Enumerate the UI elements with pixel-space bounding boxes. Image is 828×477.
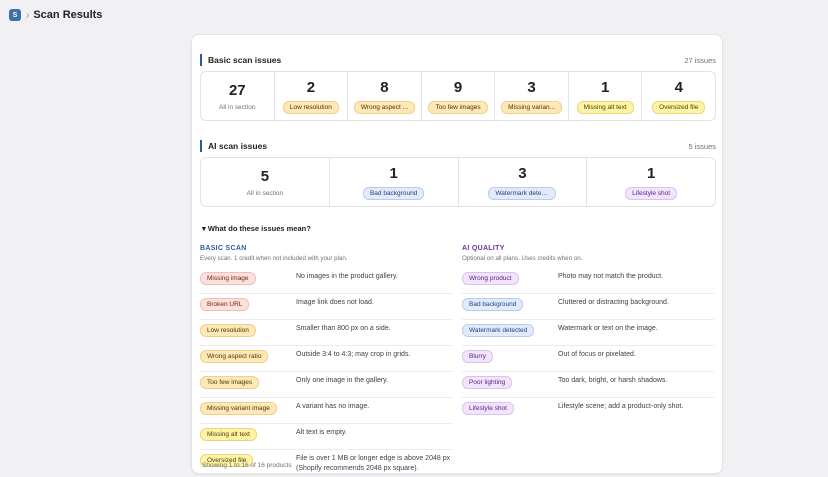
ai-section-title: AI scan issues [200,140,267,152]
stat-label: All in section [219,103,256,111]
stat-count: 3 [518,164,527,182]
issue-badge: Wrong aspect ... [353,100,416,114]
ai-legend-subtitle: Optional on all plans. Uses credits when… [462,255,583,262]
issue-description: Outside 3:4 to 4:3; may crop in grids. [296,351,411,358]
issue-description: A variant has no image. [296,403,370,410]
stat-count: 5 [260,167,270,185]
top-bar: S › Scan Results [0,0,828,30]
issue-description: Watermark or text on the image. [558,325,658,332]
legend-row: Broken URL Image link does not load. [200,294,452,320]
page-title: Scan Results [33,9,103,21]
basic-stats-strip: 27 All in section 2 Low resolution 8 Wrong as… [200,71,716,121]
ai-quality-legend: AI QUALITY Optional on all plans. Uses c… [462,245,714,423]
ai-legend-heading: AI QUALITY [462,245,505,252]
stat-count: 27 [228,81,246,99]
basic-section-count: 27 issues [684,55,716,65]
issue-badge: Low resolution [200,324,256,337]
basic-stat-tile[interactable]: 2 Low resolution [275,72,349,120]
legend-row: Watermark detected Watermark or text on t… [462,320,714,346]
basic-stat-tile[interactable]: 4 Oversized file [642,72,715,120]
issue-badge: Too few images [428,100,488,114]
basic-scan-legend: BASIC SCAN Every scan. 1 credit when not… [200,245,452,477]
legend-row: Missing alt text Alt text is empty. [200,424,452,450]
issue-badge: Lifestyle shot [625,186,678,200]
basic-stat-tile[interactable]: 27 All in section [201,72,275,120]
basic-stat-tile[interactable]: 9 Too few images [422,72,496,120]
issue-description: Lifestyle scene; add a product-only shot… [558,403,684,410]
issue-badge: Lifestyle shot [462,402,514,415]
legend-row: Low resolution Smaller than 800 px on a s… [200,320,452,346]
issue-description: Out of focus or pixelated. [558,351,636,358]
legend-row: Wrong aspect ratio Outside 3:4 to 4:3; ma… [200,346,452,372]
issue-badge: Watermark detected [462,324,535,337]
stat-count: 1 [601,78,610,96]
basic-section-title: Basic scan issues [200,54,281,66]
stat-label: All in section [246,189,284,197]
issue-badge: Wrong product [462,272,519,285]
stat-count: 9 [453,78,463,96]
issue-badge: Missing variant image [200,402,277,415]
issue-description: Alt text is empty. [296,429,347,436]
legend-row: Missing image No images in the product ga… [200,268,452,294]
basic-legend-subtitle: Every scan. 1 credit when not included w… [200,255,348,262]
issue-badge: Bad background [462,298,524,311]
legend-row: Blurry Out of focus or pixelated. [462,346,714,372]
basic-section-header: Basic scan issues 27 issues [200,53,716,67]
stat-count: 1 [646,164,656,182]
ai-stat-tile[interactable]: 3 Watermark detected [459,158,588,206]
issue-description: No images in the product gallery. [296,273,398,280]
basic-stat-tile[interactable]: 8 Wrong aspect ... [348,72,422,120]
stat-count: 1 [389,164,398,182]
issue-badge: Too few images [200,376,260,389]
basic-legend-heading: BASIC SCAN [200,245,247,252]
issue-badge: Poor lighting [462,376,513,389]
legend-row: Wrong product Photo may not match the pro… [462,268,714,294]
ai-stats-strip: 5 All in section 1 Bad background 3 Watermark… [200,157,716,207]
stat-count: 3 [527,78,536,96]
legend-row: Poor lighting Too dark, bright, or harsh … [462,372,714,398]
basic-stat-tile[interactable]: 3 Missing varian... [495,72,569,120]
issues-explanation-toggle[interactable]: ▾ What do these issues mean? [202,224,311,233]
issue-badge: Missing alt text [200,428,257,441]
ai-section-count: 5 issues [688,141,716,151]
issue-description: Only one image in the gallery. [296,377,389,384]
basic-stat-tile[interactable]: 1 Missing alt text [569,72,643,120]
issue-description: Too dark, bright, or harsh shadows. [558,377,668,384]
issue-badge: Missing varian... [501,100,563,114]
issue-description: Image link does not load. [296,299,374,306]
issue-badge: Blurry [462,350,493,363]
legend-row: Missing variant image A variant has no im… [200,398,452,424]
ai-section-header: AI scan issues 5 issues [200,139,716,153]
app-icon[interactable]: S [9,9,21,21]
issue-badge: Missing image [200,272,256,285]
stat-count: 4 [674,78,683,96]
legend-row: Lifestyle shot Lifestyle scene; add a pro… [462,398,714,423]
ai-stat-tile[interactable]: 1 Bad background [330,158,459,206]
scan-results-card: Basic scan issues 27 issues 27 All in sec… [191,34,723,474]
issue-badge: Oversized file [652,100,706,114]
issue-badge: Bad background [362,186,425,200]
issue-description: File is over 1 MB or longer edge is abov… [296,455,451,472]
stat-count: 2 [306,78,316,96]
issue-badge: Low resolution [282,100,339,114]
issue-description: Photo may not match the product. [558,273,664,280]
stat-count: 8 [380,78,389,96]
legend-row: Bad background Cluttered or distracting b… [462,294,714,320]
issue-badge: Missing alt text [576,100,634,114]
legend-row: Too few images Only one image in the gall… [200,372,452,398]
chevron-right-icon: › [26,9,30,21]
issue-badge: Broken URL [200,298,250,311]
issue-description: Smaller than 800 px on a side. [296,325,391,332]
issue-description: Cluttered or distracting background. [558,299,669,306]
issue-badge: Wrong aspect ratio [200,350,269,363]
ai-stat-tile[interactable]: 1 Lifestyle shot [587,158,715,206]
issue-badge: Watermark detected [488,186,557,200]
ai-stat-tile[interactable]: 5 All in section [201,158,330,206]
